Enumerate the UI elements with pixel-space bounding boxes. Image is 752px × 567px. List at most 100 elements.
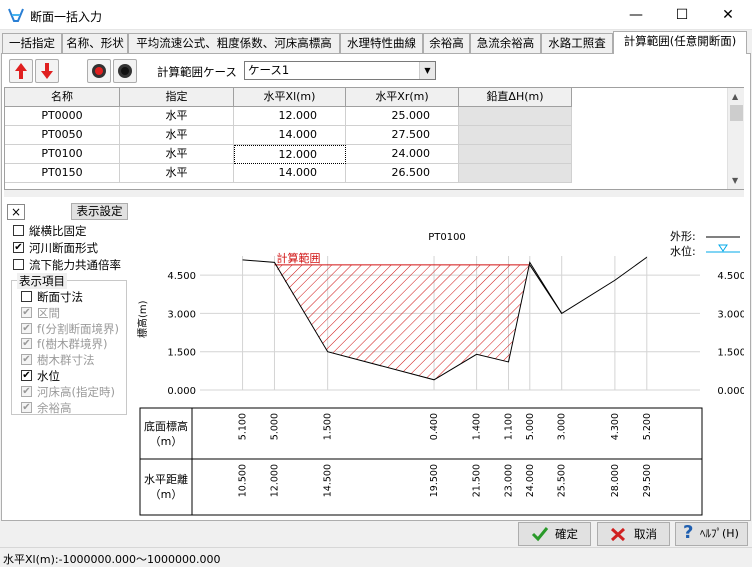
- tab-bulk[interactable]: 一括指定: [2, 33, 62, 53]
- cancel-button[interactable]: 取消: [597, 522, 670, 546]
- chart-title: PT0100: [428, 232, 466, 243]
- cell-xr[interactable]: 27.500: [346, 126, 459, 145]
- cell-xl[interactable]: 14.000: [234, 164, 346, 183]
- y-tick-label-right: 4.500: [717, 271, 744, 282]
- y-tick-label: 0.000: [167, 386, 196, 397]
- minimize-button[interactable]: —: [613, 0, 659, 30]
- freeboard-label: 余裕高: [37, 400, 72, 415]
- section-dims-label: 断面寸法: [37, 290, 83, 304]
- tab-freeboard[interactable]: 余裕高: [423, 33, 470, 53]
- tab-channel-check[interactable]: 水路工照査: [541, 33, 613, 53]
- flow-capacity-ratio-checkbox[interactable]: [13, 259, 24, 270]
- cell-dh: [459, 145, 572, 164]
- scroll-down-icon[interactable]: ▼: [732, 176, 738, 185]
- scrollbar-thumb[interactable]: [730, 105, 743, 121]
- cell-spec[interactable]: 水平: [120, 107, 234, 126]
- close-panel-button[interactable]: ×: [7, 204, 25, 220]
- window-title: 断面一括入力: [30, 10, 103, 24]
- col-header-name[interactable]: 名称: [5, 88, 120, 107]
- split-boundary-label: f(分割断面境界): [37, 321, 120, 336]
- move-up-button[interactable]: [9, 59, 33, 83]
- arrow-down-icon: [41, 63, 53, 79]
- y-tick-label-right: 1.500: [717, 348, 744, 359]
- section-dims-checkbox[interactable]: [21, 291, 32, 302]
- tab-calc-range[interactable]: 計算範囲(任意開断面): [613, 31, 747, 54]
- water-level-checkbox[interactable]: ✔: [21, 370, 32, 381]
- cell-spec[interactable]: 水平: [120, 164, 234, 183]
- case-label: 計算範囲ケース: [157, 65, 237, 79]
- bed-height-checkbox: ✔: [21, 385, 32, 397]
- legend-outline-label: 外形:: [670, 230, 696, 243]
- distance-value: 19.500: [429, 464, 440, 497]
- col-header-spec[interactable]: 指定: [120, 88, 234, 107]
- distance-value: 25.500: [557, 464, 568, 497]
- ok-label: 確定: [555, 527, 578, 541]
- col-header-xr[interactable]: 水平Xr(m): [346, 88, 459, 107]
- cell-dh: [459, 126, 572, 145]
- cell-name[interactable]: PT0100: [5, 145, 120, 164]
- cell-xl-selected[interactable]: 12.000: [234, 145, 346, 164]
- splitter[interactable]: [4, 190, 744, 197]
- table-row1-label: 底面標高: [144, 419, 188, 433]
- cell-name[interactable]: PT0000: [5, 107, 120, 126]
- chart-canvas: PT0100 外形:水位: 標高(m) 4.500 4.500 3.000 3.000 1.5…: [136, 230, 746, 516]
- cell-xr[interactable]: 24.000: [346, 145, 459, 164]
- y-tick-label: 1.500: [167, 348, 196, 359]
- cancel-label: 取消: [634, 527, 657, 541]
- col-header-dh[interactable]: 鉛直ΔH(m): [459, 88, 572, 107]
- record-icon: [92, 64, 106, 78]
- cell-xr[interactable]: 26.500: [346, 164, 459, 183]
- display-settings-button[interactable]: 表示設定: [71, 203, 128, 220]
- cell-name[interactable]: PT0050: [5, 126, 120, 145]
- chevron-down-icon[interactable]: ▼: [419, 62, 435, 79]
- tree-boundary-checkbox: ✔: [21, 338, 32, 350]
- tab-bar: 一括指定 名称、形状 平均流速公式、粗度係数、河床高標高 水理特性曲線 余裕高 …: [0, 31, 752, 54]
- title-bar: 断面一括入力 — ☐ ✕: [0, 0, 752, 30]
- tab-velocity-formula[interactable]: 平均流速公式、粗度係数、河床高標高: [128, 33, 340, 53]
- maximize-button[interactable]: ☐: [659, 0, 705, 30]
- grid-vertical-scrollbar[interactable]: ▲ ▼: [727, 88, 744, 189]
- col-header-xl[interactable]: 水平Xl(m): [234, 88, 346, 107]
- tree-dims-checkbox: ✔: [21, 354, 32, 366]
- cross-icon: [610, 527, 626, 542]
- tree-boundary-label: f(樹木群境界): [37, 337, 108, 352]
- split-boundary-checkbox: ✔: [21, 322, 32, 334]
- cell-spec[interactable]: 水平: [120, 126, 234, 145]
- tab-name-shape[interactable]: 名称、形状: [62, 33, 128, 53]
- elevation-value: 1.500: [323, 413, 334, 440]
- ok-button[interactable]: 確定: [518, 522, 591, 546]
- cell-dh: [459, 164, 572, 183]
- interval-label: 区間: [37, 305, 60, 320]
- cell-xl[interactable]: 14.000: [234, 126, 346, 145]
- distance-value: 21.500: [472, 464, 483, 497]
- river-section-checkbox[interactable]: ✔: [13, 242, 24, 253]
- outline-right-bank: [529, 264, 563, 314]
- stop-button[interactable]: [113, 59, 137, 83]
- scroll-up-icon[interactable]: ▲: [732, 92, 738, 101]
- move-down-button[interactable]: [35, 59, 59, 83]
- freeboard-checkbox: ✔: [21, 401, 32, 413]
- case-select[interactable]: ケース1: [244, 61, 436, 80]
- cell-name[interactable]: PT0150: [5, 164, 120, 183]
- cell-spec[interactable]: 水平: [120, 145, 234, 164]
- elevation-value: 5.000: [525, 413, 536, 440]
- elevation-value: 3.000: [557, 413, 568, 440]
- bed-height-label: 河床高(指定時): [37, 384, 115, 399]
- close-button[interactable]: ✕: [705, 0, 751, 30]
- cell-xl[interactable]: 12.000: [234, 107, 346, 126]
- table-row2-label: （m）: [150, 488, 183, 501]
- aspect-lock-checkbox[interactable]: [13, 225, 24, 236]
- cell-xr[interactable]: 25.000: [346, 107, 459, 126]
- cross-section-chart: PT0100 外形: 水位: 標高(m) 4.500 4.500 3.000 3.000 1.5…: [136, 203, 746, 519]
- distance-value: 29.500: [642, 464, 653, 497]
- water-level-label: 水位: [37, 369, 60, 383]
- tab-hydraulic-curve[interactable]: 水理特性曲線: [340, 33, 423, 53]
- y-tick-label: 3.000: [167, 309, 196, 320]
- maximize-icon: ☐: [675, 7, 689, 23]
- tab-rapid-freeboard[interactable]: 急流余裕高: [470, 33, 541, 53]
- record-button[interactable]: [87, 59, 111, 83]
- app-icon: [8, 8, 24, 22]
- y-tick-label-right: 0.000: [717, 386, 744, 397]
- help-button[interactable]: ? ﾍﾙﾌﾟ(H): [675, 522, 748, 546]
- water-level-icon: [718, 244, 728, 252]
